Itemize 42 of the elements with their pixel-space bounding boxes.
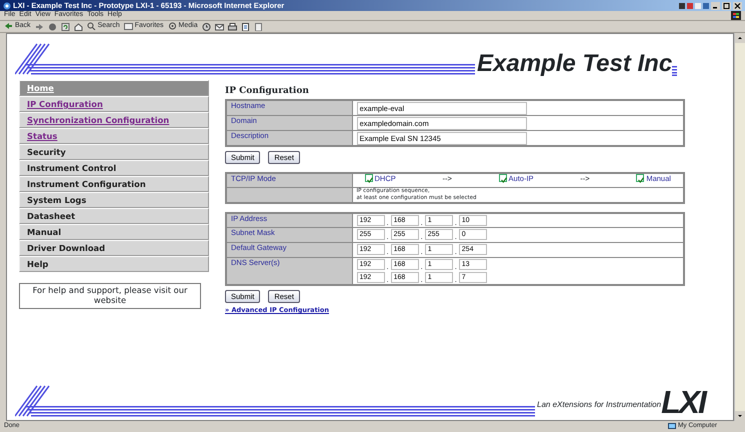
scroll-down-icon[interactable] — [735, 411, 745, 421]
nav-link[interactable]: Instrument Control — [19, 160, 209, 176]
document-icon[interactable] — [240, 22, 250, 30]
page-icon[interactable] — [254, 22, 263, 30]
nav-link[interactable]: Status — [19, 128, 209, 144]
home-icon[interactable] — [74, 22, 83, 30]
history-icon[interactable] — [202, 22, 211, 30]
scrollbar[interactable] — [734, 33, 745, 421]
nav-link[interactable]: Security — [19, 144, 209, 160]
forward-arrow-icon[interactable] — [34, 22, 44, 30]
refresh-icon[interactable] — [60, 22, 70, 30]
computer-icon — [668, 422, 676, 430]
nav-link[interactable]: Instrument Configuration — [19, 176, 209, 192]
mail-icon[interactable] — [214, 22, 224, 30]
minimize-icon[interactable] — [711, 2, 720, 10]
nav-link[interactable]: Datasheet — [19, 208, 209, 224]
company-name: Example Test Inc — [477, 52, 672, 76]
lxi-logo: LXI — [661, 386, 705, 418]
stop-icon[interactable] — [48, 22, 57, 30]
maximize-icon[interactable] — [722, 2, 731, 10]
printer-icon[interactable] — [228, 22, 237, 30]
checkbox[interactable] — [364, 174, 372, 182]
checkbox[interactable] — [498, 174, 507, 182]
close-icon[interactable] — [733, 2, 742, 10]
back-arrow-icon — [4, 22, 13, 30]
nav-link[interactable]: IP Configuration — [19, 96, 209, 112]
checkbox[interactable] — [636, 174, 644, 182]
scroll-up-icon[interactable] — [735, 33, 745, 43]
search-icon — [86, 22, 96, 30]
help-text: For help and support, please visit our website — [19, 283, 201, 309]
nav-link[interactable]: Driver Download — [19, 240, 209, 256]
nav-link[interactable]: Manual — [19, 224, 209, 240]
tagline: Lan eXtensions for Instrumentation — [537, 400, 662, 410]
tray-icons-drawing — [679, 2, 709, 10]
nav-link[interactable]: System Logs — [19, 192, 209, 208]
media-icon — [168, 22, 177, 30]
page-heading: IP Configuration — [225, 86, 310, 97]
nav-link[interactable]: Help — [19, 256, 209, 272]
ie-icon — [3, 2, 11, 10]
nav-link[interactable]: Synchronization Configuration — [19, 112, 209, 128]
flag-icon — [731, 11, 741, 20]
bars-icon — [672, 66, 678, 76]
